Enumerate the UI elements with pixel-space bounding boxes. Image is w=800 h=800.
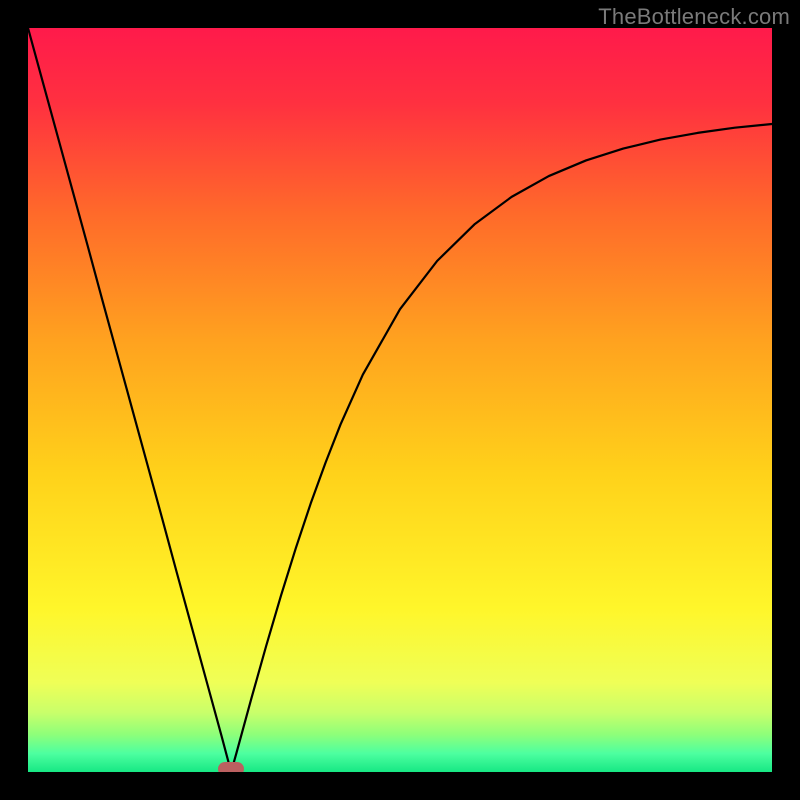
bottleneck-curve [28, 28, 772, 772]
plot-area [28, 28, 772, 772]
watermark-text: TheBottleneck.com [598, 4, 790, 30]
minimum-marker [218, 762, 244, 772]
chart-frame: TheBottleneck.com [0, 0, 800, 800]
